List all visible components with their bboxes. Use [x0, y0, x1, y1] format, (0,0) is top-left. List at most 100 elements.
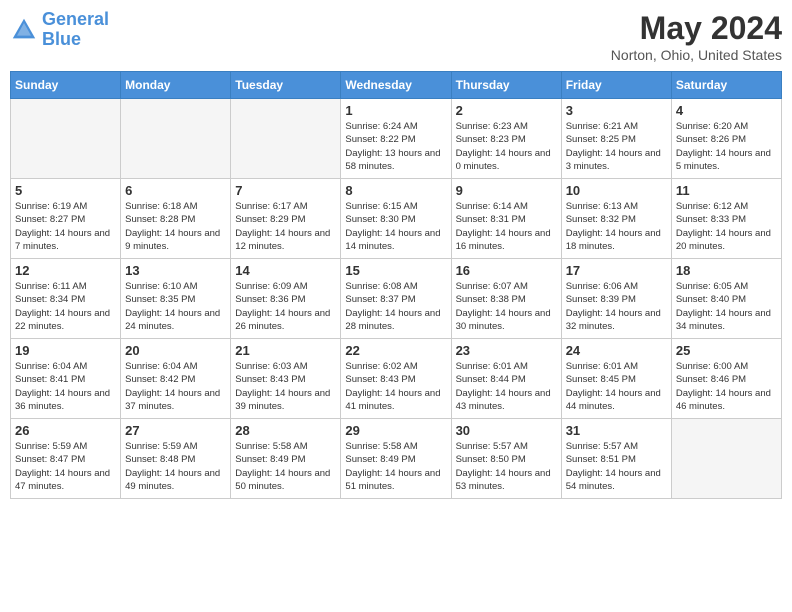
day-cell: 25Sunrise: 6:00 AMSunset: 8:46 PMDayligh…	[671, 339, 781, 419]
day-cell: 16 Sunrise: 6:07 AMSunset: 8:38 PMDayligh…	[451, 259, 561, 339]
week-row-3: 12 Sunrise: 6:11 AMSunset: 8:34 PMDayligh…	[11, 259, 782, 339]
day-number: 26	[15, 423, 116, 438]
logo-icon	[10, 16, 38, 44]
day-cell: 14 Sunrise: 6:09 AMSunset: 8:36 PMDayligh…	[231, 259, 341, 339]
day-number: 20	[125, 343, 226, 358]
day-info: Sunrise: 6:24 AMSunset: 8:22 PMDaylight:…	[345, 120, 446, 173]
header-saturday: Saturday	[671, 72, 781, 99]
day-cell: 13 Sunrise: 6:10 AMSunset: 8:35 PMDayligh…	[121, 259, 231, 339]
day-number: 1	[345, 103, 446, 118]
header-tuesday: Tuesday	[231, 72, 341, 99]
day-cell: 26 Sunrise: 5:59 AMSunset: 8:47 PMDayligh…	[11, 419, 121, 499]
day-cell: 10 Sunrise: 6:13 AMSunset: 8:32 PMDayligh…	[561, 179, 671, 259]
day-number: 19	[15, 343, 116, 358]
day-info: Sunrise: 6:23 AMSunset: 8:23 PMDaylight:…	[456, 120, 557, 173]
day-cell: 6Sunrise: 6:18 AMSunset: 8:28 PMDaylight…	[121, 179, 231, 259]
day-info: Sunrise: 6:09 AMSunset: 8:36 PMDaylight:…	[235, 280, 336, 333]
day-cell: 31Sunrise: 5:57 AMSunset: 8:51 PMDayligh…	[561, 419, 671, 499]
day-number: 31	[566, 423, 667, 438]
day-cell: 2 Sunrise: 6:23 AMSunset: 8:23 PMDaylight…	[451, 99, 561, 179]
day-number: 17	[566, 263, 667, 278]
day-cell: 20 Sunrise: 6:04 AMSunset: 8:42 PMDayligh…	[121, 339, 231, 419]
day-info: Sunrise: 6:20 AMSunset: 8:26 PMDaylight:…	[676, 120, 777, 173]
day-cell	[671, 419, 781, 499]
day-number: 12	[15, 263, 116, 278]
day-info: Sunrise: 5:58 AMSunset: 8:49 PMDaylight:…	[235, 440, 336, 493]
day-cell: 19 Sunrise: 6:04 AMSunset: 8:41 PMDayligh…	[11, 339, 121, 419]
day-cell: 17 Sunrise: 6:06 AMSunset: 8:39 PMDayligh…	[561, 259, 671, 339]
day-number: 29	[345, 423, 446, 438]
day-info: Sunrise: 6:04 AMSunset: 8:41 PMDaylight:…	[15, 360, 116, 413]
day-cell: 5Sunrise: 6:19 AMSunset: 8:27 PMDaylight…	[11, 179, 121, 259]
title-block: May 2024 Norton, Ohio, United States	[611, 10, 782, 63]
day-number: 28	[235, 423, 336, 438]
day-number: 8	[345, 183, 446, 198]
logo-line1: General	[42, 9, 109, 29]
day-info: Sunrise: 6:18 AMSunset: 8:28 PMDaylight:…	[125, 200, 226, 253]
day-info: Sunrise: 6:11 AMSunset: 8:34 PMDaylight:…	[15, 280, 116, 333]
week-row-1: 1 Sunrise: 6:24 AMSunset: 8:22 PMDaylight…	[11, 99, 782, 179]
day-info: Sunrise: 6:06 AMSunset: 8:39 PMDaylight:…	[566, 280, 667, 333]
day-info: Sunrise: 6:01 AMSunset: 8:44 PMDaylight:…	[456, 360, 557, 413]
day-cell: 24 Sunrise: 6:01 AMSunset: 8:45 PMDayligh…	[561, 339, 671, 419]
day-number: 25	[676, 343, 777, 358]
day-number: 11	[676, 183, 777, 198]
day-number: 3	[566, 103, 667, 118]
header-sunday: Sunday	[11, 72, 121, 99]
day-number: 7	[235, 183, 336, 198]
day-cell: 15 Sunrise: 6:08 AMSunset: 8:37 PMDayligh…	[341, 259, 451, 339]
day-cell: 30Sunrise: 5:57 AMSunset: 8:50 PMDayligh…	[451, 419, 561, 499]
day-number: 24	[566, 343, 667, 358]
day-cell: 11Sunrise: 6:12 AMSunset: 8:33 PMDayligh…	[671, 179, 781, 259]
day-cell	[11, 99, 121, 179]
header-row: SundayMondayTuesdayWednesdayThursdayFrid…	[11, 72, 782, 99]
day-cell: 21 Sunrise: 6:03 AMSunset: 8:43 PMDayligh…	[231, 339, 341, 419]
day-number: 2	[456, 103, 557, 118]
day-number: 4	[676, 103, 777, 118]
day-cell	[231, 99, 341, 179]
calendar-table: SundayMondayTuesdayWednesdayThursdayFrid…	[10, 71, 782, 499]
day-info: Sunrise: 6:07 AMSunset: 8:38 PMDaylight:…	[456, 280, 557, 333]
day-info: Sunrise: 6:13 AMSunset: 8:32 PMDaylight:…	[566, 200, 667, 253]
day-number: 10	[566, 183, 667, 198]
location: Norton, Ohio, United States	[611, 47, 782, 63]
month-title: May 2024	[611, 10, 782, 47]
day-number: 23	[456, 343, 557, 358]
day-number: 27	[125, 423, 226, 438]
logo-line2: Blue	[42, 29, 81, 49]
day-info: Sunrise: 5:58 AMSunset: 8:49 PMDaylight:…	[345, 440, 446, 493]
day-cell: 28 Sunrise: 5:58 AMSunset: 8:49 PMDayligh…	[231, 419, 341, 499]
week-row-4: 19 Sunrise: 6:04 AMSunset: 8:41 PMDayligh…	[11, 339, 782, 419]
header-friday: Friday	[561, 72, 671, 99]
day-cell: 4 Sunrise: 6:20 AMSunset: 8:26 PMDaylight…	[671, 99, 781, 179]
day-number: 30	[456, 423, 557, 438]
day-info: Sunrise: 5:59 AMSunset: 8:47 PMDaylight:…	[15, 440, 116, 493]
day-number: 14	[235, 263, 336, 278]
week-row-2: 5Sunrise: 6:19 AMSunset: 8:27 PMDaylight…	[11, 179, 782, 259]
day-cell: 9 Sunrise: 6:14 AMSunset: 8:31 PMDaylight…	[451, 179, 561, 259]
day-number: 13	[125, 263, 226, 278]
day-number: 15	[345, 263, 446, 278]
day-cell: 7 Sunrise: 6:17 AMSunset: 8:29 PMDaylight…	[231, 179, 341, 259]
day-cell: 3Sunrise: 6:21 AMSunset: 8:25 PMDaylight…	[561, 99, 671, 179]
day-info: Sunrise: 6:17 AMSunset: 8:29 PMDaylight:…	[235, 200, 336, 253]
day-info: Sunrise: 6:01 AMSunset: 8:45 PMDaylight:…	[566, 360, 667, 413]
day-number: 21	[235, 343, 336, 358]
day-cell: 1 Sunrise: 6:24 AMSunset: 8:22 PMDaylight…	[341, 99, 451, 179]
day-info: Sunrise: 6:02 AMSunset: 8:43 PMDaylight:…	[345, 360, 446, 413]
day-number: 18	[676, 263, 777, 278]
day-info: Sunrise: 6:03 AMSunset: 8:43 PMDaylight:…	[235, 360, 336, 413]
day-info: Sunrise: 6:10 AMSunset: 8:35 PMDaylight:…	[125, 280, 226, 333]
day-info: Sunrise: 6:14 AMSunset: 8:31 PMDaylight:…	[456, 200, 557, 253]
header-thursday: Thursday	[451, 72, 561, 99]
day-number: 9	[456, 183, 557, 198]
day-number: 16	[456, 263, 557, 278]
day-cell: 18Sunrise: 6:05 AMSunset: 8:40 PMDayligh…	[671, 259, 781, 339]
day-info: Sunrise: 6:04 AMSunset: 8:42 PMDaylight:…	[125, 360, 226, 413]
day-cell: 23 Sunrise: 6:01 AMSunset: 8:44 PMDayligh…	[451, 339, 561, 419]
day-info: Sunrise: 5:59 AMSunset: 8:48 PMDaylight:…	[125, 440, 226, 493]
header-monday: Monday	[121, 72, 231, 99]
day-cell: 29 Sunrise: 5:58 AMSunset: 8:49 PMDayligh…	[341, 419, 451, 499]
day-info: Sunrise: 6:08 AMSunset: 8:37 PMDaylight:…	[345, 280, 446, 333]
day-info: Sunrise: 6:19 AMSunset: 8:27 PMDaylight:…	[15, 200, 116, 253]
